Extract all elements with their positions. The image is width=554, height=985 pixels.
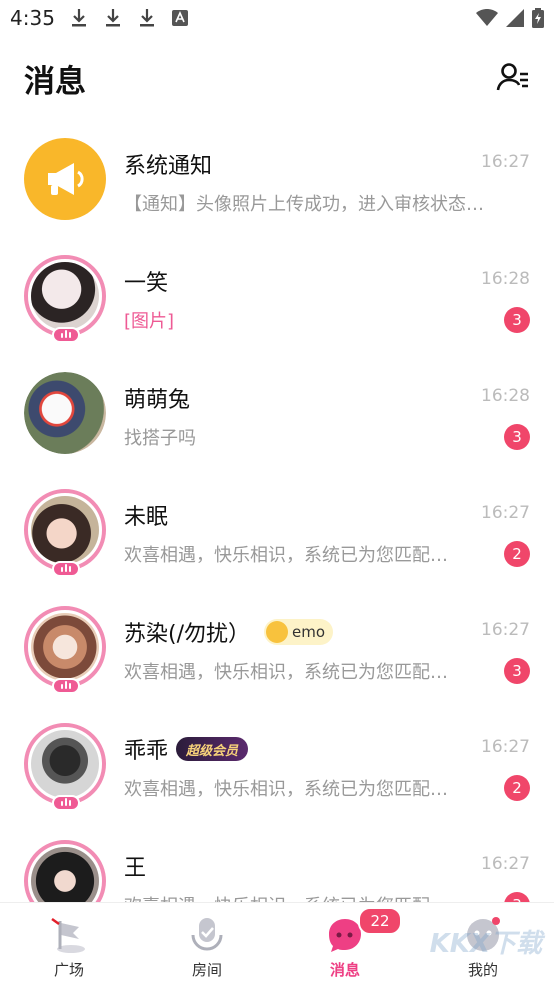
live-indicator-icon [52,327,80,343]
contact-name: 一笑 [124,271,169,296]
contact-name: 萌萌兔 [124,388,191,413]
live-indicator-icon [52,795,80,811]
unread-badge: 2 [504,775,530,801]
message-item[interactable]: 系统通知 【通知】头像照片上传成功，进入审核状态… 16:27 [0,120,554,237]
message-item[interactable]: 一笑 [图片] 16:28 3 [0,237,554,354]
avatar[interactable] [24,372,106,454]
message-preview: 找搭子吗 [124,428,196,449]
unread-badge: 3 [504,307,530,333]
contacts-icon[interactable] [496,60,530,94]
unread-badge: 3 [504,658,530,684]
battery-icon [532,8,544,28]
bottom-tab-bar: 广场 房间 消息 22 我的 KKX下载 [0,902,554,985]
mood-tag-label: emo [292,623,326,641]
message-time: 16:27 [481,620,530,640]
status-time: 4:35 [10,6,55,30]
unread-badge: 3 [504,424,530,450]
system-icons [476,8,544,28]
message-item[interactable]: 未眠 欢喜相遇，快乐相识，系统已为您匹配… 16:27 2 [0,471,554,588]
message-list[interactable]: 系统通知 【通知】头像照片上传成功，进入审核状态… 16:27 一笑 [图片] … [0,120,554,902]
watermark: KKX下载 [429,929,542,959]
contact-name: 苏染(/勿扰） emo [124,616,334,648]
tab-label: 房间 [191,961,222,979]
download-icon [106,9,120,27]
contact-name: 未眠 [124,505,169,530]
message-time: 16:27 [481,503,530,523]
tab-label: 我的 [467,961,498,979]
wifi-icon [476,9,498,26]
message-item[interactable]: 王 欢喜相遇，快乐相识，系统已为您匹配… 16:27 3 [0,822,554,902]
message-time: 16:27 [481,737,530,757]
message-preview: [图片] [124,311,175,332]
microphone-icon [191,918,223,951]
app-notification-icon [172,10,188,26]
contact-name: 乖乖 超级会员 [124,733,249,765]
status-bar: 4:35 [0,0,554,38]
signal-icon [506,9,524,27]
sad-face-icon [266,621,288,643]
square-icon [51,917,85,953]
avatar[interactable] [24,489,106,577]
tab-unread-badge: 22 [358,907,402,935]
vip-badge: 超级会员 [176,737,249,761]
live-indicator-icon [52,561,80,577]
contact-name: 系统通知 [124,154,213,179]
message-preview: 欢喜相遇，快乐相识，系统已为您匹配… [124,892,519,902]
message-time: 16:27 [481,854,530,874]
message-time: 16:27 [481,152,530,172]
message-time: 16:28 [481,386,530,406]
contact-name: 王 [124,856,147,881]
message-preview: 欢喜相遇，快乐相识，系统已为您匹配… [124,779,448,800]
avatar[interactable] [24,606,106,694]
mood-tag: emo [264,619,334,645]
message-time: 16:28 [481,269,530,289]
message-preview: 欢喜相遇，快乐相识，系统已为您匹配… [124,545,448,566]
tab-square[interactable]: 广场 [0,903,138,985]
megaphone-icon [48,163,84,195]
contact-name-text: 乖乖 [124,739,169,764]
download-icon [140,9,154,27]
live-indicator-icon [52,678,80,694]
unread-badge: 2 [504,541,530,567]
page-title: 消息 [24,64,86,100]
message-preview: 【通知】头像照片上传成功，进入审核状态… [124,194,484,215]
system-notice-avatar [24,138,106,220]
contact-name-text: 苏染(/勿扰） [124,622,250,647]
message-item[interactable]: 苏染(/勿扰） emo 欢喜相遇，快乐相识，系统已为您匹配… 16:27 3 [0,588,554,705]
page-header: 消息 [0,52,554,104]
avatar[interactable] [24,255,106,343]
tab-label: 消息 [329,961,360,979]
avatar[interactable] [24,840,106,902]
avatar[interactable] [24,723,106,811]
message-item[interactable]: 乖乖 超级会员 欢喜相遇，快乐相识，系统已为您匹配… 16:27 2 [0,705,554,822]
tab-rooms[interactable]: 房间 [138,903,276,985]
message-item[interactable]: 萌萌兔 找搭子吗 16:28 3 [0,354,554,471]
message-preview: 欢喜相遇，快乐相识，系统已为您匹配… [124,662,448,683]
download-icon [72,9,86,27]
tab-label: 广场 [53,961,84,979]
